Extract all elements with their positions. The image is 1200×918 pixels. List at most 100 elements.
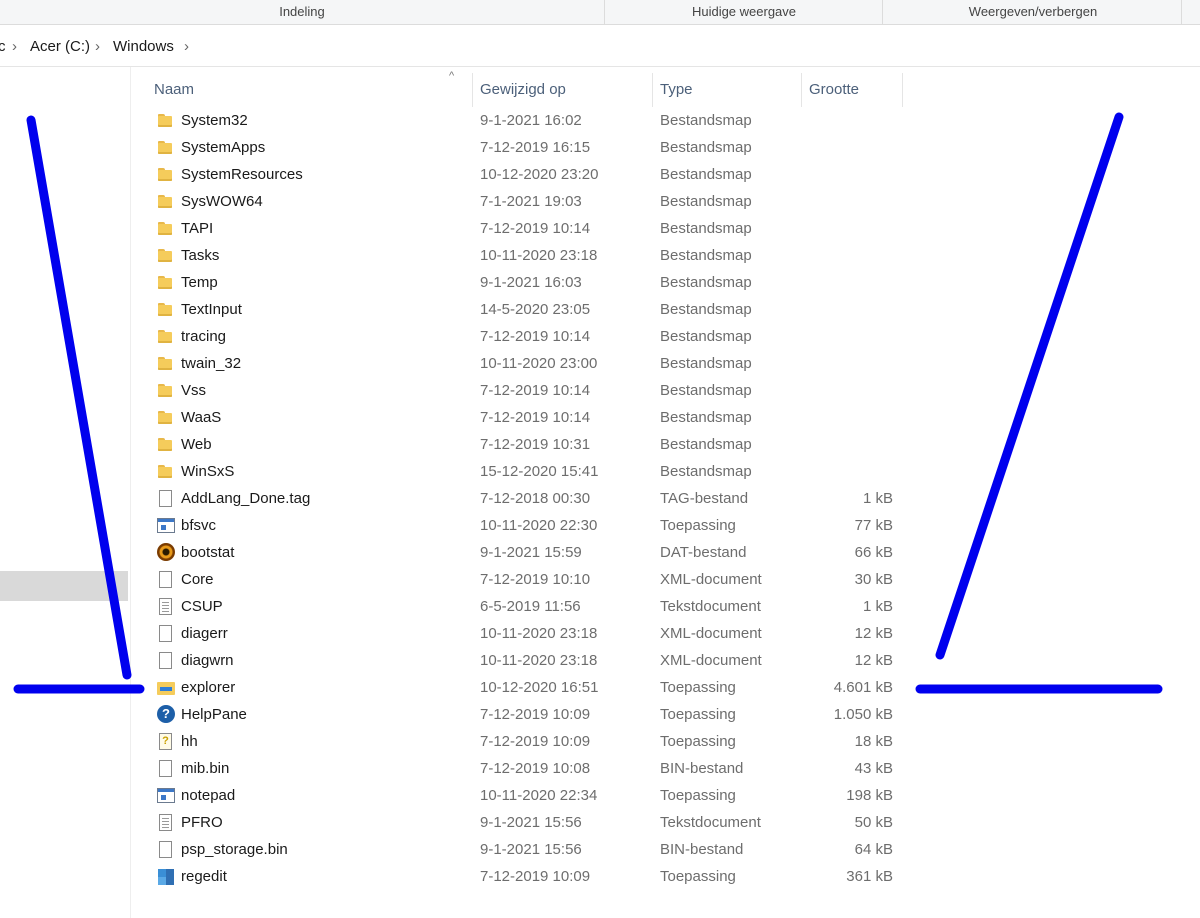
address-bar[interactable]: c › Acer (C:) › Windows › <box>0 28 1200 67</box>
file-type: Tekstdocument <box>660 814 761 831</box>
file-size: 18 kB <box>854 733 893 750</box>
chevron-right-icon[interactable]: › <box>184 38 189 55</box>
file-name: Temp <box>181 274 218 291</box>
table-row[interactable]: notepad 10-11-2020 22:34 Toepassing 198 kB <box>147 782 904 809</box>
file-name: regedit <box>181 868 227 885</box>
breadcrumb-drive[interactable]: Acer (C:) <box>30 38 90 55</box>
file-type: Toepassing <box>660 706 736 723</box>
table-row[interactable]: System32 9-1-2021 16:02 Bestandsmap <box>147 107 904 134</box>
table-row[interactable]: tracing 7-12-2019 10:14 Bestandsmap <box>147 323 904 350</box>
file-size: 198 kB <box>846 787 893 804</box>
table-row[interactable]: SysWOW64 7-1-2021 19:03 Bestandsmap <box>147 188 904 215</box>
table-row[interactable]: SystemApps 7-12-2019 16:15 Bestandsmap <box>147 134 904 161</box>
file-name: diagerr <box>181 625 228 642</box>
table-row[interactable]: WaaS 7-12-2019 10:14 Bestandsmap <box>147 404 904 431</box>
chevron-right-icon[interactable]: › <box>12 38 17 55</box>
file-size: 12 kB <box>854 625 893 642</box>
ribbon-group-current-view[interactable]: Huidige weergave <box>604 0 883 24</box>
file-size: 66 kB <box>854 544 893 561</box>
file-size: 1 kB <box>862 490 893 507</box>
file-size: 50 kB <box>854 814 893 831</box>
table-row[interactable]: Tasks 10-11-2020 23:18 Bestandsmap <box>147 242 904 269</box>
table-row[interactable]: TextInput 14-5-2020 23:05 Bestandsmap <box>147 296 904 323</box>
file-size <box>802 242 893 269</box>
file-size: 30 kB <box>854 571 893 588</box>
breadcrumb-drive-prefix[interactable]: c <box>0 38 6 55</box>
file-size <box>802 458 893 485</box>
column-header-modified[interactable]: Gewijzigd op <box>473 73 653 107</box>
file-modified-date: 10-12-2020 23:20 <box>480 166 599 183</box>
table-row[interactable]: ? HelpPane 7-12-2019 10:09 Toepassing 1.050 … <box>147 701 904 728</box>
file-modified-date: 7-12-2019 10:14 <box>480 328 591 345</box>
file-modified-date: 7-12-2018 00:30 <box>480 490 591 507</box>
file-name: CSUP <box>181 598 223 615</box>
table-row[interactable]: PFRO 9-1-2021 15:56 Tekstdocument 50 kB <box>147 809 904 836</box>
table-row[interactable]: diagerr 10-11-2020 23:18 XML-document 12 kB <box>147 620 904 647</box>
explorer-icon <box>157 678 175 696</box>
navigation-pane[interactable] <box>0 67 130 918</box>
table-row[interactable]: explorer 10-12-2020 16:51 Toepassing 4.601 … <box>147 674 904 701</box>
table-row[interactable]: WinSxS 15-12-2020 15:41 Bestandsmap <box>147 458 904 485</box>
file-size: 12 kB <box>854 652 893 669</box>
table-row[interactable]: AddLang_Done.tag 7-12-2018 00:30 TAG-besta… <box>147 485 904 512</box>
table-row[interactable]: diagwrn 10-11-2020 23:18 XML-document 12 kB <box>147 647 904 674</box>
navigation-item-selected[interactable] <box>0 571 128 601</box>
ribbon-group-show-hide[interactable]: Weergeven/verbergen <box>882 0 1183 24</box>
folder-icon <box>157 273 175 291</box>
file-type: Toepassing <box>660 733 736 750</box>
chevron-right-icon[interactable]: › <box>95 38 100 55</box>
file-list[interactable]: System32 9-1-2021 16:02 Bestandsmap SystemA… <box>147 107 904 890</box>
table-row[interactable]: bfsvc 10-11-2020 22:30 Toepassing 77 kB <box>147 512 904 539</box>
file-modified-date: 7-12-2019 10:14 <box>480 409 591 426</box>
file-name: Vss <box>181 382 207 399</box>
file-name: psp_storage.bin <box>181 841 288 858</box>
folder-icon <box>157 300 175 318</box>
file-name: bfsvc <box>181 517 217 534</box>
table-row[interactable]: mib.bin 7-12-2019 10:08 BIN-bestand 43 kB <box>147 755 904 782</box>
column-header-type[interactable]: Type <box>653 73 802 107</box>
table-row[interactable]: regedit 7-12-2019 10:09 Toepassing 361 kB <box>147 863 904 890</box>
file-type: Toepassing <box>660 787 736 804</box>
file-modified-date: 10-11-2020 23:18 <box>480 247 598 264</box>
ribbon-collapse-button[interactable] <box>1181 0 1200 24</box>
table-row[interactable]: Core 7-12-2019 10:10 XML-document 30 kB <box>147 566 904 593</box>
file-type: Bestandsmap <box>660 409 752 426</box>
folder-icon <box>157 435 175 453</box>
pane-splitter[interactable] <box>130 67 131 918</box>
file-name: tracing <box>181 328 227 345</box>
file-modified-date: 7-12-2019 10:08 <box>480 760 591 777</box>
file-type: BIN-bestand <box>660 841 744 858</box>
file-type: Bestandsmap <box>660 193 752 210</box>
file-modified-date: 9-1-2021 16:02 <box>480 112 582 129</box>
table-row[interactable]: SystemResources 10-12-2020 23:20 Bestandsm… <box>147 161 904 188</box>
table-row[interactable]: Temp 9-1-2021 16:03 Bestandsmap <box>147 269 904 296</box>
file-size: 361 kB <box>846 868 893 885</box>
table-row[interactable]: Vss 7-12-2019 10:14 Bestandsmap <box>147 377 904 404</box>
table-row[interactable]: twain_32 10-11-2020 23:00 Bestandsmap <box>147 350 904 377</box>
file-type: Bestandsmap <box>660 220 752 237</box>
file-modified-date: 15-12-2020 15:41 <box>480 463 599 480</box>
file-name: twain_32 <box>181 355 242 372</box>
file-size <box>802 107 893 134</box>
table-row[interactable]: bootstat 9-1-2021 15:59 DAT-bestand 66 kB <box>147 539 904 566</box>
file-modified-date: 14-5-2020 23:05 <box>480 301 591 318</box>
table-row[interactable]: CSUP 6-5-2019 11:56 Tekstdocument 1 kB <box>147 593 904 620</box>
column-header-name[interactable]: Naam <box>147 73 473 107</box>
file-modified-date: 7-1-2021 19:03 <box>480 193 582 210</box>
table-row[interactable]: psp_storage.bin 9-1-2021 15:56 BIN-bestand… <box>147 836 904 863</box>
text-document-icon <box>159 598 172 615</box>
file-name: AddLang_Done.tag <box>181 490 311 507</box>
table-row[interactable]: ? hh 7-12-2019 10:09 Toepassing 18 kB <box>147 728 904 755</box>
file-modified-date: 9-1-2021 16:03 <box>480 274 582 291</box>
help-file-icon: ? <box>159 733 172 750</box>
file-type: Bestandsmap <box>660 274 752 291</box>
column-header-size[interactable]: Grootte <box>802 73 903 107</box>
application-icon <box>157 788 175 803</box>
file-type: XML-document <box>660 652 762 669</box>
breadcrumb-windows[interactable]: Windows <box>113 38 174 55</box>
table-row[interactable]: TAPI 7-12-2019 10:14 Bestandsmap <box>147 215 904 242</box>
file-name: System32 <box>181 112 248 129</box>
ribbon-group-layout[interactable]: Indeling <box>0 0 604 24</box>
table-row[interactable]: Web 7-12-2019 10:31 Bestandsmap <box>147 431 904 458</box>
document-icon <box>159 652 172 669</box>
